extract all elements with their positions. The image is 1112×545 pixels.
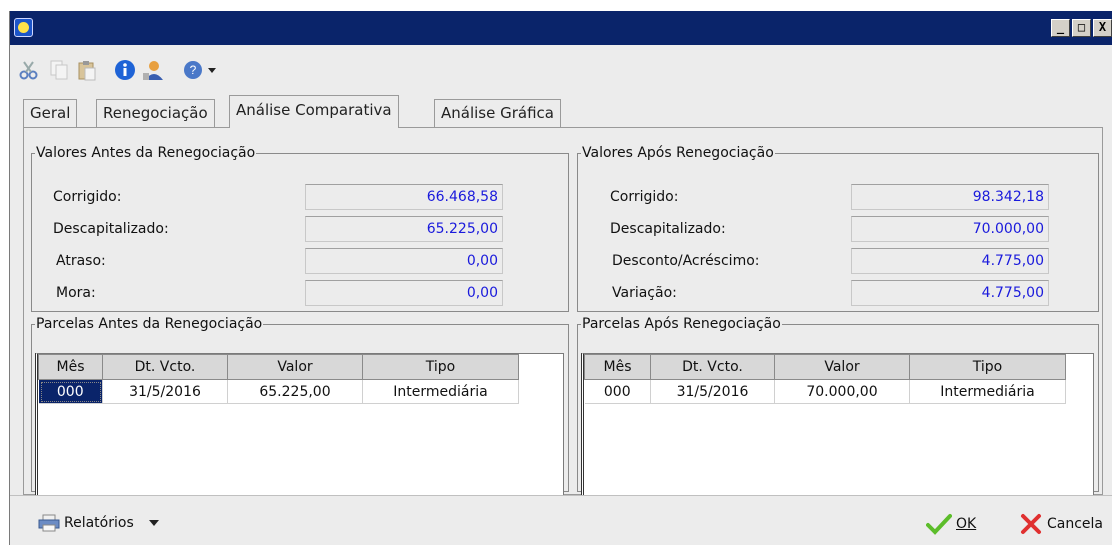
field-label: Atraso: [56, 253, 106, 269]
group-title: Valores Após Renegociação [582, 145, 774, 161]
descapitalizado-antes-value: 65.225,00 [305, 216, 503, 242]
valores-apos-group: Valores Após Renegociação Corrigido: 98.… [577, 145, 1099, 312]
window-controls: _ □ X [1051, 19, 1112, 37]
ok-button[interactable]: OK [926, 513, 976, 535]
tab-strip: Geral Renegociação Análise Comparativa A… [10, 93, 1112, 128]
corrigido-apos-value: 98.342,18 [851, 184, 1049, 210]
atraso-antes-value: 0,00 [305, 248, 503, 274]
help-icon[interactable]: ? [182, 59, 204, 81]
cell-valor[interactable]: 70.000,00 [774, 379, 910, 404]
field-label: Desconto/Acréscimo: [612, 253, 760, 269]
copy-icon[interactable] [48, 59, 70, 81]
svg-text:?: ? [190, 63, 197, 77]
tab-label: Análise Comparativa [236, 101, 392, 119]
dropdown-arrow-icon[interactable] [146, 517, 162, 529]
cancela-button[interactable]: Cancela [1019, 513, 1103, 535]
tab-panel-analise-comparativa: Valores Antes da Renegociação Corrigido:… [23, 127, 1103, 502]
toolbar: ? [10, 45, 1112, 93]
group-title: Parcelas Antes da Renegociação [36, 316, 263, 332]
field-label: Corrigido: [610, 189, 679, 205]
column-header-mes[interactable]: Mês [584, 354, 651, 380]
grid-header-row: Mês Dt. Vcto. Valor Tipo [584, 354, 1066, 380]
field-label: Variação: [612, 285, 677, 301]
column-header-tipo[interactable]: Tipo [909, 354, 1066, 380]
app-icon [14, 18, 33, 37]
desconto-acrescimo-value: 4.775,00 [851, 248, 1049, 274]
corrigido-antes-value: 66.468,58 [305, 184, 503, 210]
cell-mes[interactable]: 000 [584, 379, 651, 404]
column-header-dt-vcto[interactable]: Dt. Vcto. [650, 354, 775, 380]
valores-antes-group: Valores Antes da Renegociação Corrigido:… [31, 145, 569, 312]
maximize-button[interactable]: □ [1072, 19, 1091, 37]
parcelas-antes-group: Parcelas Antes da Renegociação Mês Dt. V… [31, 316, 569, 502]
printer-icon [38, 514, 60, 532]
cell-valor[interactable]: 65.225,00 [227, 379, 363, 404]
cell-dt-vcto[interactable]: 31/5/2016 [102, 379, 228, 404]
main-window: _ □ X ? Geral Renegociação Análise Compa… [9, 11, 1112, 545]
column-header-dt-vcto[interactable]: Dt. Vcto. [102, 354, 228, 380]
relatorios-button[interactable]: Relatórios [38, 513, 162, 533]
column-header-valor[interactable]: Valor [227, 354, 363, 380]
variacao-value: 4.775,00 [851, 280, 1049, 306]
bottom-bar: Relatórios OK Cancela [10, 495, 1112, 545]
dropdown-arrow-icon[interactable] [204, 59, 226, 81]
ok-label: OK [956, 516, 977, 532]
mora-antes-value: 0,00 [305, 280, 503, 306]
tab-renegociacao[interactable]: Renegociação [96, 99, 215, 127]
field-label: Corrigido: [53, 189, 122, 205]
field-label: Descapitalizado: [610, 221, 726, 237]
info-icon[interactable] [114, 59, 136, 81]
cell-mes[interactable]: 000 [38, 379, 103, 404]
cell-tipo[interactable]: Intermediária [362, 379, 519, 404]
cell-dt-vcto[interactable]: 31/5/2016 [650, 379, 775, 404]
relatorios-label: Relatórios [64, 515, 134, 531]
parcelas-antes-grid[interactable]: Mês Dt. Vcto. Valor Tipo 000 31/5/2016 6… [35, 353, 564, 502]
tab-label: Análise Gráfica [441, 104, 554, 122]
tab-analise-comparativa[interactable]: Análise Comparativa [229, 95, 399, 128]
minimize-button[interactable]: _ [1051, 19, 1070, 37]
cell-tipo[interactable]: Intermediária [909, 379, 1066, 404]
cancel-x-icon [1021, 514, 1041, 534]
tab-geral[interactable]: Geral [23, 99, 78, 127]
tab-label: Geral [30, 104, 71, 122]
table-row[interactable]: 000 31/5/2016 70.000,00 Intermediária [584, 379, 1066, 404]
cut-icon[interactable] [18, 59, 40, 81]
column-header-valor[interactable]: Valor [774, 354, 910, 380]
parcelas-apos-grid[interactable]: Mês Dt. Vcto. Valor Tipo 000 31/5/2016 7… [581, 353, 1094, 502]
group-title: Parcelas Após Renegociação [582, 316, 781, 332]
tab-label: Renegociação [103, 104, 208, 122]
cancela-label: Cancela [1047, 516, 1104, 532]
close-button[interactable]: X [1093, 19, 1112, 37]
paste-icon[interactable] [76, 59, 98, 81]
title-bar[interactable]: _ □ X [10, 11, 1112, 45]
parcelas-apos-group: Parcelas Após Renegociação Mês Dt. Vcto.… [577, 316, 1099, 502]
table-row[interactable]: 000 31/5/2016 65.225,00 Intermediária [38, 379, 519, 404]
grid-header-row: Mês Dt. Vcto. Valor Tipo [38, 354, 519, 380]
user-icon[interactable] [142, 59, 164, 81]
field-label: Mora: [56, 285, 96, 301]
group-title: Valores Antes da Renegociação [36, 145, 256, 161]
descapitalizado-apos-value: 70.000,00 [851, 216, 1049, 242]
column-header-mes[interactable]: Mês [38, 354, 103, 380]
checkmark-icon [926, 514, 952, 535]
column-header-tipo[interactable]: Tipo [362, 354, 519, 380]
field-label: Descapitalizado: [53, 221, 169, 237]
tab-analise-grafica[interactable]: Análise Gráfica [434, 99, 561, 127]
